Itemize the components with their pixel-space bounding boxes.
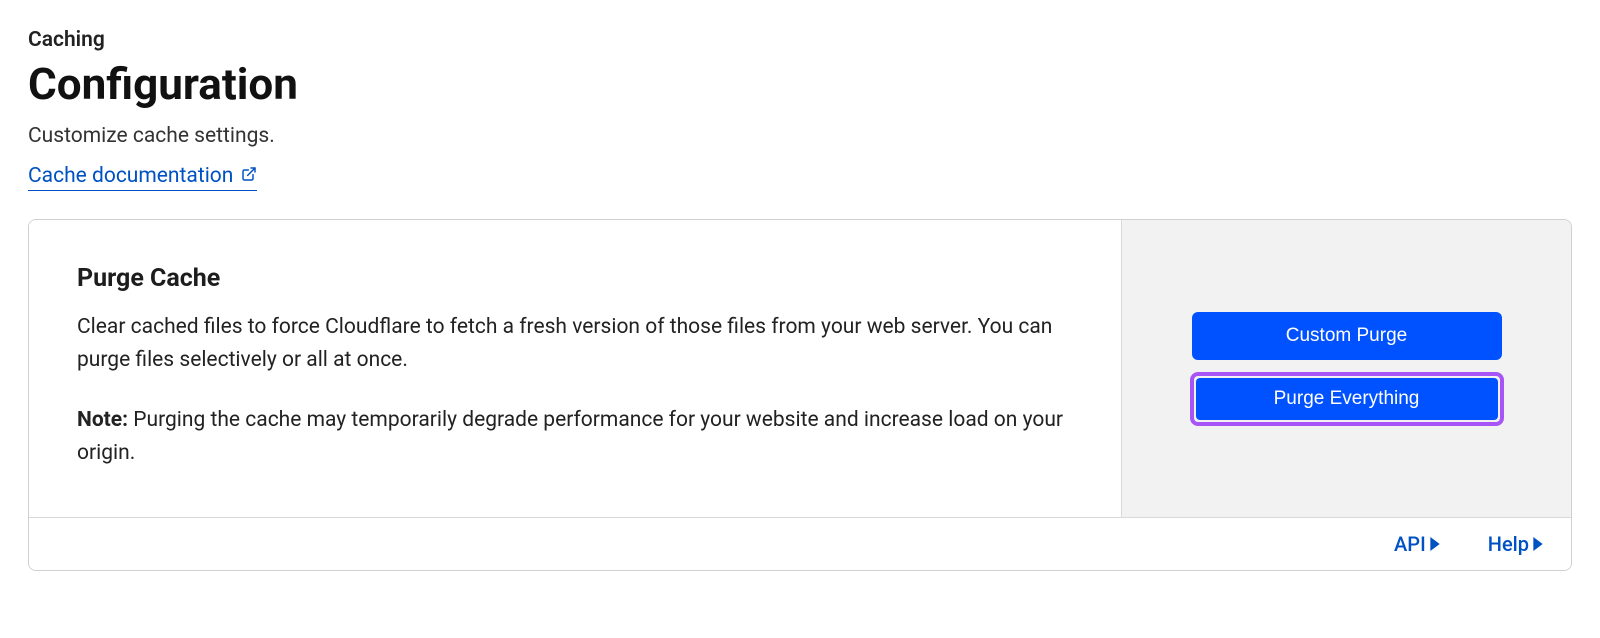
card-footer: API Help (29, 517, 1571, 570)
purge-cache-note: Note: Purging the cache may temporarily … (77, 404, 1073, 469)
external-link-icon (241, 164, 257, 188)
note-text: Purging the cache may temporarily degrad… (77, 408, 1063, 465)
purge-everything-highlight: Purge Everything (1190, 372, 1504, 426)
api-link-text: API (1394, 532, 1426, 556)
help-link[interactable]: Help (1488, 532, 1543, 556)
cache-documentation-link[interactable]: Cache documentation (28, 164, 257, 191)
caret-right-icon (1430, 532, 1440, 556)
doc-link-text: Cache documentation (28, 164, 233, 188)
api-link[interactable]: API (1394, 532, 1440, 556)
purge-everything-button[interactable]: Purge Everything (1196, 378, 1498, 420)
caret-right-icon (1533, 532, 1543, 556)
custom-purge-button[interactable]: Custom Purge (1192, 312, 1502, 360)
purge-cache-description: Clear cached files to force Cloudflare t… (77, 311, 1073, 376)
page-subtitle: Customize cache settings. (28, 124, 1572, 148)
note-label: Note: (77, 408, 128, 432)
breadcrumb: Caching (28, 28, 1572, 52)
purge-cache-card: Purge Cache Clear cached files to force … (28, 219, 1572, 571)
purge-cache-title: Purge Cache (77, 264, 1073, 293)
help-link-text: Help (1488, 532, 1529, 556)
page-title: Configuration (28, 58, 1572, 110)
